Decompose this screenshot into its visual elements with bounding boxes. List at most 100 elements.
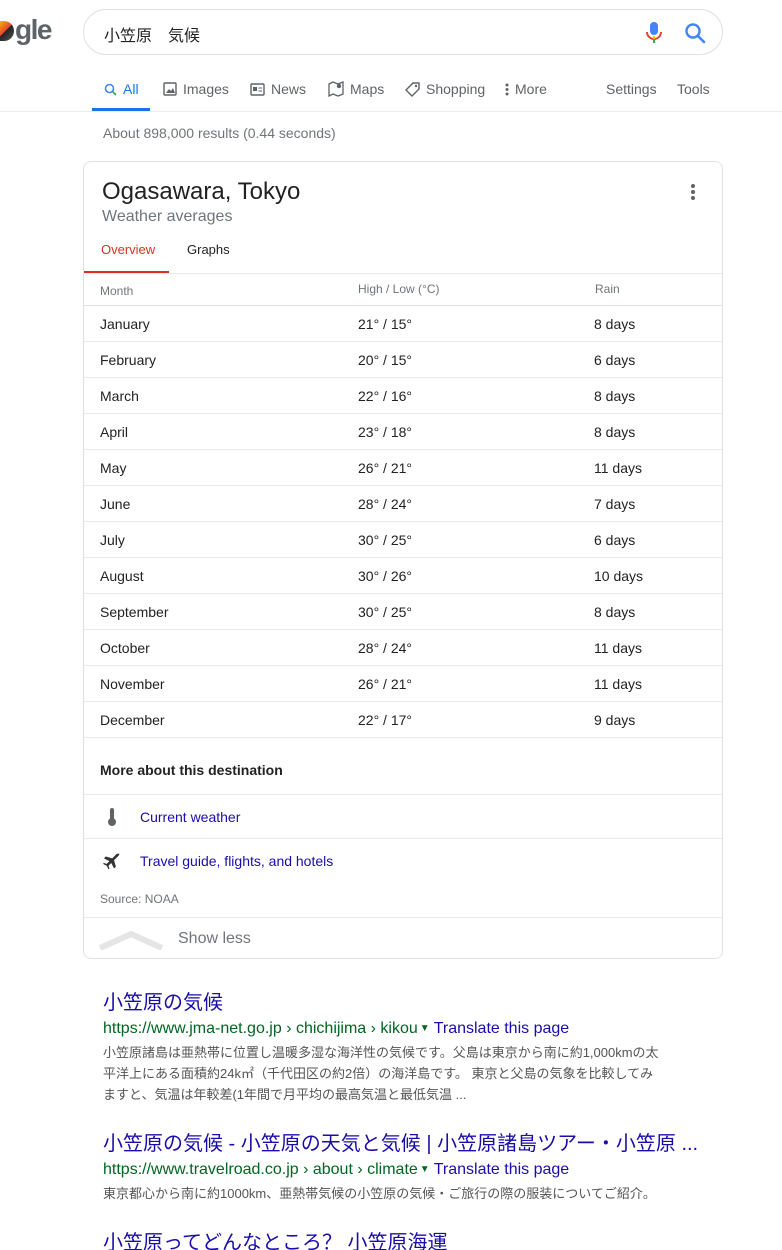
result-url: https://www.jma-net.go.jp › chichijima ›…: [103, 1020, 723, 1038]
tools-label: Tools: [677, 81, 710, 97]
temp-cell: 28° / 24°: [358, 496, 413, 512]
tab-label: More: [515, 81, 547, 97]
tab-label: Images: [183, 81, 229, 97]
table-row: September 30° / 25° 8 days: [84, 594, 722, 630]
tab-more[interactable]: More: [505, 80, 547, 98]
table-row: December 22° / 17° 9 days: [84, 702, 722, 738]
travel-guide-link[interactable]: Travel guide, flights, and hotels: [84, 838, 722, 882]
more-options-icon[interactable]: [690, 184, 696, 202]
tab-label: Maps: [350, 81, 385, 97]
divider: [84, 273, 722, 274]
result-title-link[interactable]: 小笠原の気候 - 小笠原の天気と気候 | 小笠原諸島ツアー・小笠原 ...: [103, 1127, 723, 1156]
tab-label: Shopping: [426, 81, 486, 97]
search-icon[interactable]: [684, 22, 706, 44]
microphone-icon[interactable]: [646, 22, 662, 44]
result-url-text[interactable]: https://www.travelroad.co.jp › about › c…: [103, 1161, 418, 1178]
active-tab-indicator: [92, 108, 150, 111]
table-row: January 21° / 15° 8 days: [84, 306, 722, 342]
month-cell: October: [100, 640, 150, 656]
translate-link[interactable]: Translate this page: [434, 1020, 569, 1037]
thermometer-icon: [108, 808, 116, 826]
month-cell: September: [100, 604, 169, 620]
rain-cell: 8 days: [594, 316, 636, 332]
translate-link[interactable]: Translate this page: [434, 1161, 569, 1178]
link-label[interactable]: Current weather: [140, 809, 240, 825]
result-snippet: 東京都心から南に約1000km、亜熱帯気候の小笠原の気候・ご旅行の際の服装につい…: [103, 1183, 723, 1204]
snippet-line: 平洋上にある面積約24k㎡（千代田区の約2倍）の海洋島です。 東京と父島の気象を…: [103, 1066, 654, 1081]
search-result: 小笠原ってどんなところ？ 小笠原海運: [103, 1226, 723, 1250]
result-snippet: 小笠原諸島は亜熱帯に位置し温暖多湿な海洋性の気候です。父島は東京から南に約1,0…: [103, 1042, 723, 1105]
weather-table: January 21° / 15° 8 days February 20° / 15°…: [84, 306, 722, 738]
table-row: July 30° / 25° 6 days: [84, 522, 722, 558]
month-cell: May: [100, 460, 127, 476]
google-logo[interactable]: gle: [0, 14, 52, 46]
result-url: https://www.travelroad.co.jp › about › c…: [103, 1161, 723, 1179]
month-cell: April: [100, 424, 129, 440]
rain-cell: 11 days: [594, 640, 642, 656]
airplane-icon: [103, 853, 120, 870]
temp-cell: 20° / 15°: [358, 352, 413, 368]
settings-label: Settings: [606, 81, 657, 97]
logo-doodle-o: [0, 21, 14, 41]
column-header-temp: High / Low (°C): [358, 282, 440, 296]
rain-cell: 8 days: [594, 604, 636, 620]
month-cell: August: [100, 568, 144, 584]
image-icon: [163, 82, 177, 96]
tab-graphs[interactable]: Graphs: [187, 242, 230, 274]
result-title-link[interactable]: 小笠原ってどんなところ？ 小笠原海運: [103, 1226, 723, 1250]
search-result: 小笠原の気候 - 小笠原の天気と気候 | 小笠原諸島ツアー・小笠原 ... ht…: [103, 1127, 723, 1204]
more-about-heading: More about this destination: [100, 762, 283, 778]
table-row: November 26° / 21° 11 days: [84, 666, 722, 702]
search-result: 小笠原の気候 https://www.jma-net.go.jp › chich…: [103, 986, 723, 1105]
tab-news[interactable]: News: [250, 80, 306, 98]
month-cell: June: [100, 496, 131, 512]
rain-cell: 8 days: [594, 388, 636, 404]
column-header-rain: Rain: [595, 282, 620, 296]
show-less-button[interactable]: Show less: [84, 917, 722, 959]
temp-cell: 21° / 15°: [358, 316, 413, 332]
tab-maps[interactable]: Maps: [328, 80, 384, 98]
result-title-link[interactable]: 小笠原の気候: [103, 986, 723, 1015]
link-label[interactable]: Travel guide, flights, and hotels: [140, 853, 333, 869]
card-subtitle: Weather averages: [102, 208, 233, 225]
search-box[interactable]: 小笠原 気候: [83, 9, 723, 55]
tab-shopping[interactable]: Shopping: [405, 80, 485, 98]
temp-cell: 28° / 24°: [358, 640, 413, 656]
rain-cell: 8 days: [594, 424, 636, 440]
tab-label: All: [123, 81, 139, 97]
weather-card: Ogasawara, Tokyo Weather averages Overvi…: [83, 161, 723, 959]
source-note: Source: NOAA: [100, 892, 179, 906]
column-header-month: Month: [100, 284, 134, 298]
dropdown-arrow-icon[interactable]: ▼: [420, 1023, 430, 1034]
snippet-line: ますと、気温は年較差(1年間で月平均の最高気温と最低気温 ...: [103, 1087, 467, 1102]
rain-cell: 7 days: [594, 496, 636, 512]
rain-cell: 10 days: [594, 568, 644, 584]
tab-all[interactable]: All: [104, 80, 139, 98]
tag-icon: [405, 81, 420, 97]
temp-cell: 22° / 17°: [358, 712, 413, 728]
news-icon: [250, 82, 265, 96]
month-cell: March: [100, 388, 139, 404]
card-title: Ogasawara, Tokyo: [102, 178, 301, 205]
table-row: June 28° / 24° 7 days: [84, 486, 722, 522]
map-icon: [328, 81, 344, 97]
result-url-text[interactable]: https://www.jma-net.go.jp › chichijima ›…: [103, 1020, 418, 1037]
temp-cell: 26° / 21°: [358, 676, 413, 692]
tab-overview[interactable]: Overview: [101, 242, 155, 274]
snippet-line: 東京都心から南に約1000km、亜熱帯気候の小笠原の気候・ご旅行の際の服装につい…: [103, 1186, 656, 1201]
month-cell: July: [100, 532, 125, 548]
temp-cell: 30° / 25°: [358, 532, 413, 548]
temp-cell: 30° / 25°: [358, 604, 413, 620]
table-row: April 23° / 18° 8 days: [84, 414, 722, 450]
dropdown-arrow-icon[interactable]: ▼: [420, 1164, 430, 1175]
tab-images[interactable]: Images: [163, 80, 229, 98]
tools-link[interactable]: Tools: [677, 80, 710, 98]
rain-cell: 6 days: [594, 532, 636, 548]
table-row: August 30° / 26° 10 days: [84, 558, 722, 594]
temp-cell: 23° / 18°: [358, 424, 413, 440]
temp-cell: 30° / 26°: [358, 568, 413, 584]
search-input[interactable]: 小笠原 気候: [104, 22, 200, 46]
table-row: May 26° / 21° 11 days: [84, 450, 722, 486]
current-weather-link[interactable]: Current weather: [84, 794, 722, 838]
settings-link[interactable]: Settings: [606, 80, 657, 98]
